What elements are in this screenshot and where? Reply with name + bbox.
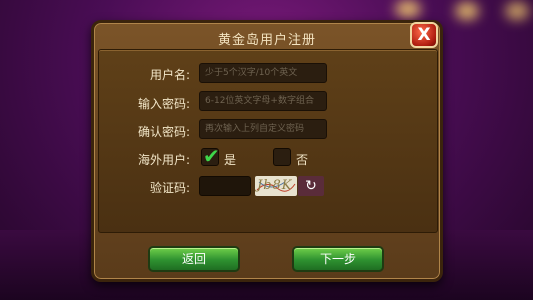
overseas-yes-checkbox[interactable]: ✔: [201, 144, 220, 168]
captcha-input[interactable]: [199, 176, 251, 196]
refresh-icon: ↻: [305, 178, 317, 194]
overseas-no-label: 否: [296, 153, 309, 167]
username-placeholder: 少于5个汉字/10个英文: [205, 68, 298, 78]
check-icon: ✔: [203, 144, 220, 168]
username-input[interactable]: 少于5个汉字/10个英文: [199, 63, 327, 83]
captcha-text: Jb8K: [257, 178, 293, 193]
back-button[interactable]: 返回: [148, 246, 240, 272]
password-label: 输入密码:: [137, 97, 190, 111]
refresh-captcha-button[interactable]: ↻: [298, 176, 324, 196]
light-glow: [505, 2, 529, 20]
light-glow: [455, 2, 479, 20]
confirm-password-label: 确认密码:: [137, 125, 190, 139]
close-icon: X: [417, 25, 431, 45]
overseas-no-checkbox[interactable]: [273, 148, 291, 166]
captcha-image: Jb8K: [255, 176, 297, 196]
dialog-title: 黄金岛用户注册: [217, 33, 316, 48]
password-placeholder: 6-12位英文字母+数字组合: [205, 96, 314, 106]
confirm-password-placeholder: 再次输入上列自定义密码: [205, 124, 305, 134]
overseas-yes-label: 是: [224, 153, 237, 167]
username-label: 用户名:: [149, 68, 190, 82]
close-button[interactable]: X: [410, 22, 438, 48]
overseas-label: 海外用户:: [137, 153, 190, 167]
captcha-label: 验证码:: [149, 181, 190, 195]
light-glow: [395, 0, 421, 18]
confirm-password-input[interactable]: 再次输入上列自定义密码: [199, 119, 327, 139]
password-input[interactable]: 6-12位英文字母+数字组合: [199, 91, 327, 111]
next-button[interactable]: 下一步: [292, 246, 384, 272]
